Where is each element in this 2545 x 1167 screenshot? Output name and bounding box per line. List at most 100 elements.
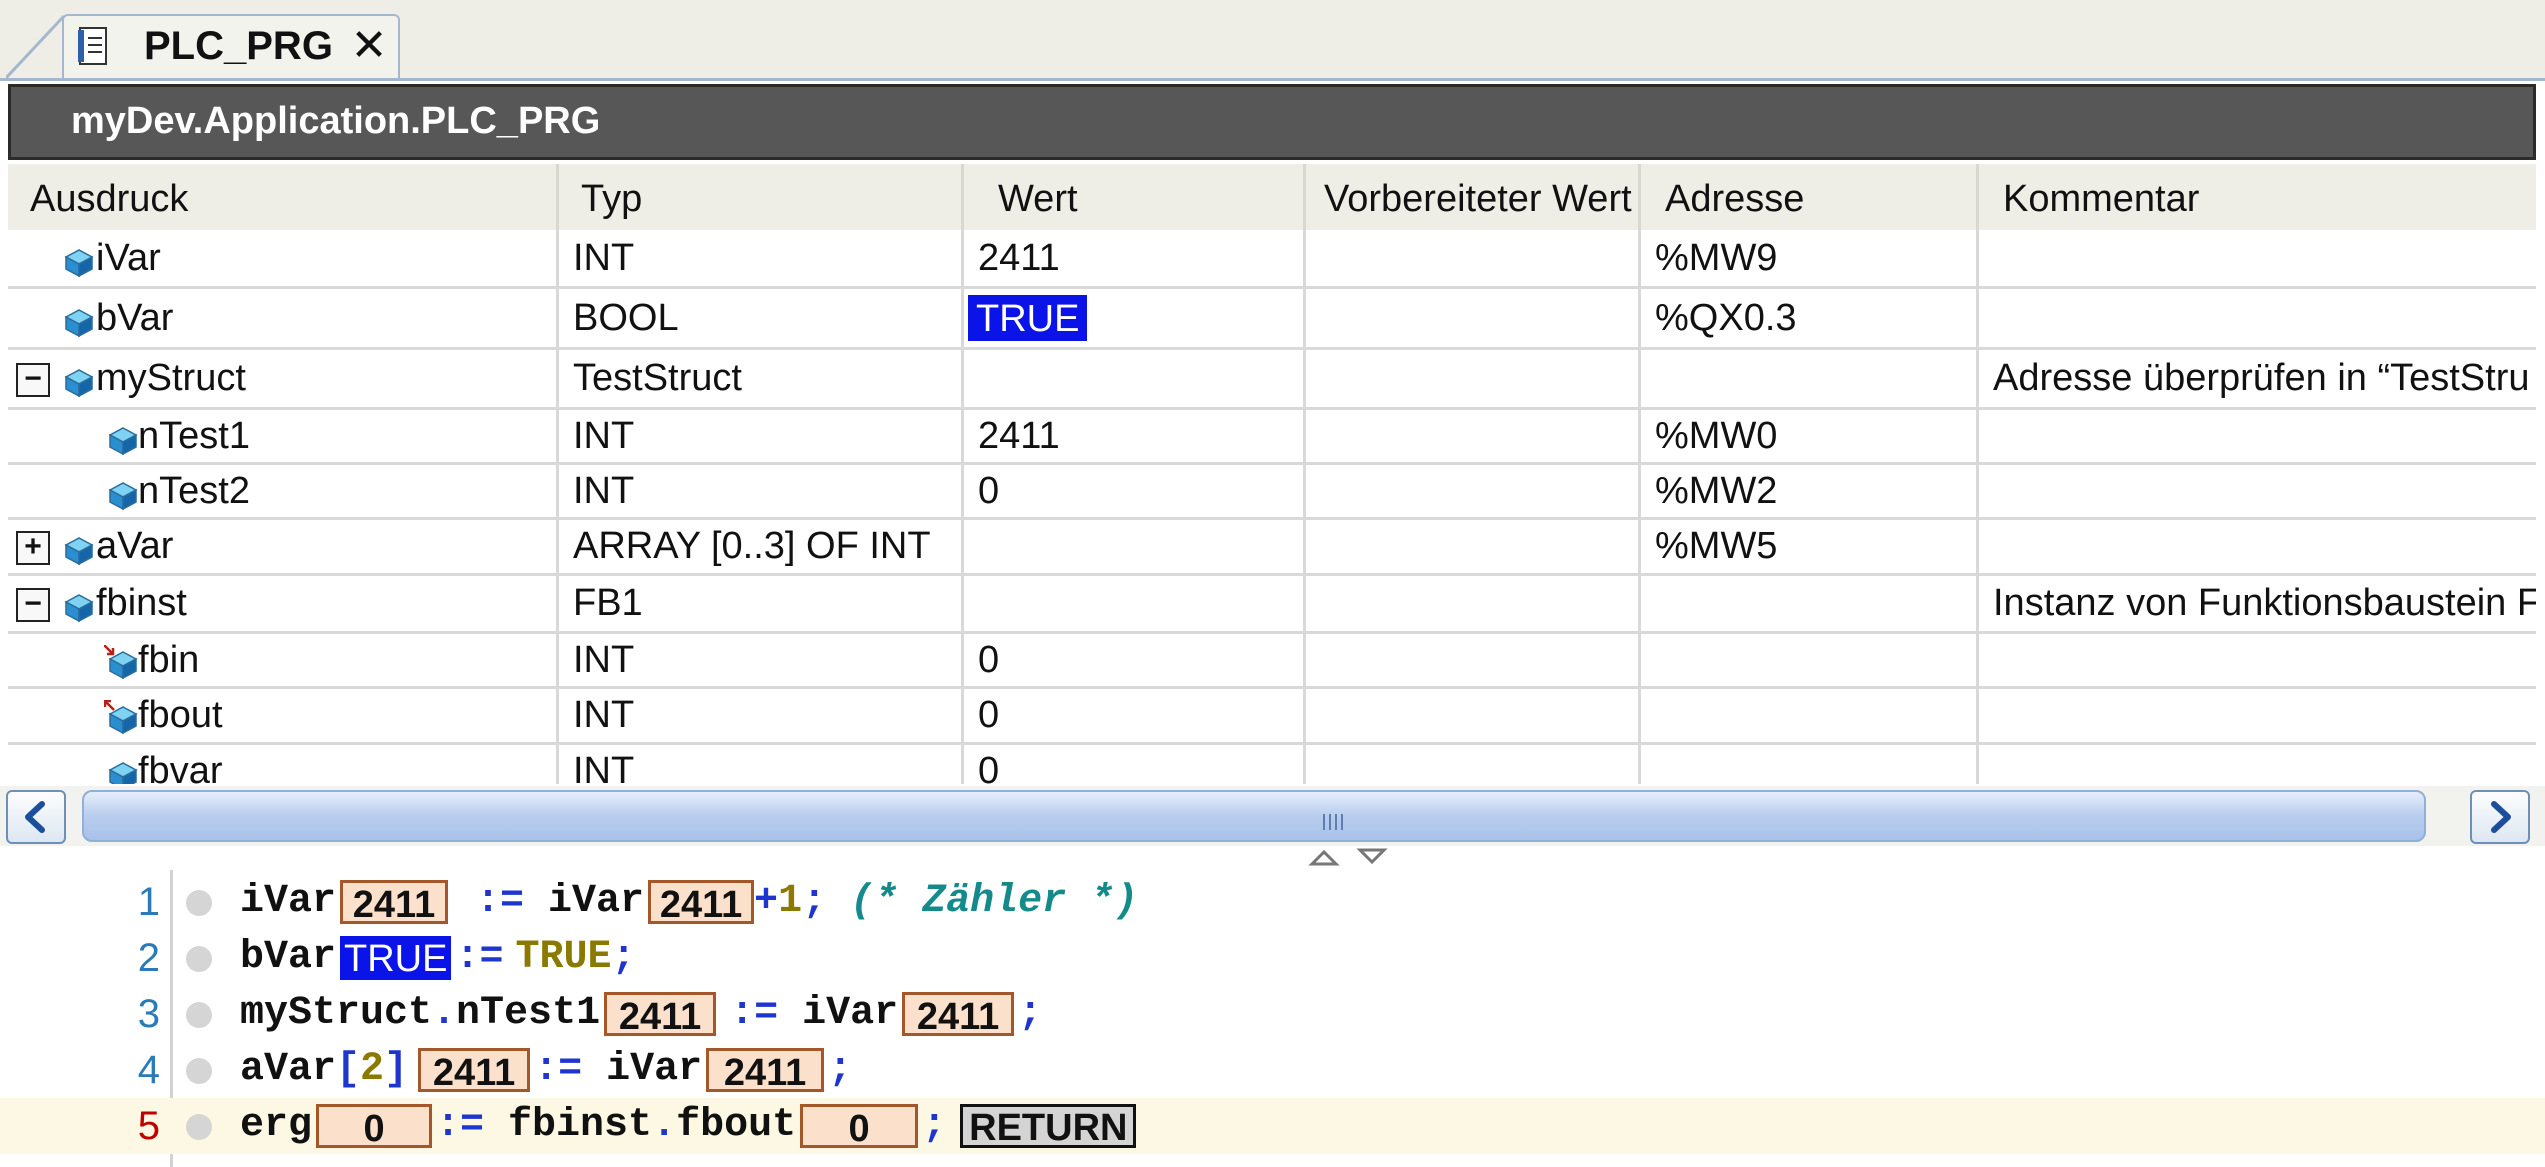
- line-number: 1: [137, 880, 160, 924]
- close-icon[interactable]: ✕: [349, 24, 389, 68]
- variable-icon: [64, 594, 94, 623]
- inline-monitor-value[interactable]: 2411: [418, 1048, 531, 1094]
- breakpoint-marker-icon[interactable]: [186, 1114, 212, 1140]
- cell-address: %QX0.3: [1638, 289, 1976, 347]
- input-variable-icon: [104, 644, 138, 679]
- member-dot: .: [652, 1103, 677, 1148]
- column-header-kommentar[interactable]: Kommentar: [1976, 164, 2536, 230]
- identifier: aVar: [240, 1047, 337, 1092]
- scroll-right-button[interactable]: [2470, 790, 2530, 844]
- inline-monitor-value[interactable]: 0: [316, 1104, 433, 1150]
- line-number: 2: [137, 936, 160, 980]
- scroll-left-button[interactable]: [6, 790, 66, 844]
- cell-prepared-value[interactable]: [1303, 745, 1638, 784]
- cell-value: TRUE: [961, 289, 1303, 347]
- column-header-adresse[interactable]: Adresse: [1638, 164, 1976, 230]
- collapse-icon[interactable]: −: [16, 588, 50, 622]
- cell-comment: [1976, 465, 2536, 517]
- type-text: TestStruct: [573, 357, 742, 399]
- inline-monitor-value[interactable]: 2411: [604, 992, 717, 1038]
- watch-table: Ausdruck Typ Wert Vorbereiteter Wert Adr…: [8, 164, 2536, 784]
- code-line-3[interactable]: 3 myStruct . nTest1 2411 := iVar 2411 ;: [0, 986, 2545, 1042]
- code-line-5[interactable]: 5 erg 0 := fbinst . fbout 0 ; RETURN: [0, 1098, 2545, 1154]
- cell-prepared-value[interactable]: [1303, 689, 1638, 742]
- value-text: 0: [978, 694, 1000, 736]
- line-number: 3: [137, 992, 160, 1036]
- cell-prepared-value[interactable]: [1303, 576, 1638, 631]
- cell-expression: fbvar: [8, 745, 556, 784]
- cell-value: [961, 350, 1303, 407]
- cell-expression: nTest1: [8, 410, 556, 462]
- code-line-4[interactable]: 4 aVar [ 2 ] 2411 := iVar 2411 ;: [0, 1042, 2545, 1098]
- table-row[interactable]: nTest1 INT 2411 %MW0: [8, 410, 2536, 465]
- cell-expression: − fbinst: [8, 576, 556, 631]
- table-row[interactable]: fbin INT 0: [8, 634, 2536, 689]
- code-line-1[interactable]: 1 iVar 2411 := iVar 2411 + 1 ; (* Zähler…: [0, 874, 2545, 930]
- table-row[interactable]: − fbinst FB1 Instanz von Funktionsbaustein …: [8, 576, 2536, 634]
- column-header-typ[interactable]: Typ: [556, 164, 961, 230]
- breakpoint-marker-icon[interactable]: [186, 946, 212, 972]
- cell-comment: [1976, 634, 2536, 686]
- cell-expression: − myStruct: [8, 350, 556, 407]
- column-header-vorbereiteter-wert[interactable]: Vorbereiteter Wert: [1303, 164, 1638, 230]
- collapse-icon[interactable]: −: [16, 363, 50, 397]
- cell-type: INT: [556, 230, 961, 286]
- table-row[interactable]: + aVar ARRAY [0..3] OF INT %MW5: [8, 520, 2536, 576]
- bracket-open: [: [336, 1047, 361, 1092]
- number-literal: 1: [778, 879, 803, 924]
- table-row[interactable]: bVar BOOL TRUE %QX0.3: [8, 289, 2536, 350]
- type-text: INT: [573, 414, 635, 457]
- inline-monitor-value[interactable]: 2411: [706, 1048, 825, 1094]
- identifier: myStruct: [240, 991, 433, 1036]
- variable-icon: [64, 248, 94, 277]
- cell-type: INT: [556, 634, 961, 686]
- table-row[interactable]: nTest2 INT 0 %MW2: [8, 465, 2536, 520]
- cell-prepared-value[interactable]: [1303, 634, 1638, 686]
- type-text: FB1: [573, 582, 643, 624]
- cell-prepared-value[interactable]: [1303, 410, 1638, 462]
- table-row[interactable]: fbvar INT 0: [8, 745, 2536, 784]
- inline-monitor-value[interactable]: 0: [800, 1104, 919, 1150]
- table-row[interactable]: fbout INT 0: [8, 689, 2536, 745]
- cell-prepared-value[interactable]: [1303, 289, 1638, 347]
- cell-expression: fbout: [8, 689, 556, 742]
- value-highlighted: TRUE: [968, 295, 1088, 341]
- expand-icon[interactable]: +: [16, 531, 50, 565]
- address-text: %MW0: [1655, 414, 1778, 457]
- code-editor[interactable]: 1 iVar 2411 := iVar 2411 + 1 ; (* Zähler…: [0, 870, 2545, 1167]
- cell-comment: [1976, 410, 2536, 462]
- variable-icon: [108, 481, 138, 510]
- semicolon: ;: [802, 879, 827, 924]
- table-row[interactable]: − myStruct TestStruct Adresse überprüfen in…: [8, 350, 2536, 410]
- chevron-left-icon: [25, 801, 45, 833]
- inline-monitor-value[interactable]: 2411: [340, 880, 449, 926]
- inline-monitor-value[interactable]: 2411: [648, 880, 755, 926]
- cell-prepared-value[interactable]: [1303, 520, 1638, 573]
- breakpoint-marker-icon[interactable]: [186, 1002, 212, 1028]
- cell-address: [1638, 689, 1976, 742]
- table-row[interactable]: iVar INT 2411 %MW9: [8, 230, 2536, 289]
- breakpoint-marker-icon[interactable]: [186, 1058, 212, 1084]
- cell-prepared-value[interactable]: [1303, 350, 1638, 407]
- output-variable-icon: [104, 700, 138, 735]
- code-line-2[interactable]: 2 bVar TRUE := TRUE ;: [0, 930, 2545, 986]
- horizontal-scrollbar[interactable]: [0, 786, 2545, 846]
- chevron-right-icon: [2491, 801, 2511, 833]
- scroll-thumb[interactable]: [82, 790, 2426, 842]
- line-number: 5: [137, 1104, 160, 1148]
- cell-prepared-value[interactable]: [1303, 230, 1638, 286]
- inline-monitor-value[interactable]: TRUE: [340, 936, 452, 980]
- splitter-arrows-icon[interactable]: [1308, 846, 1394, 868]
- column-header-wert[interactable]: Wert: [961, 164, 1303, 230]
- column-header-ausdruck[interactable]: Ausdruck: [8, 164, 556, 230]
- breakpoint-marker-icon[interactable]: [186, 890, 212, 916]
- identifier: erg: [240, 1103, 313, 1148]
- value-text: 0: [978, 750, 1000, 784]
- type-text: ARRAY [0..3] OF INT: [573, 525, 931, 567]
- identifier: iVar: [606, 1047, 703, 1092]
- cell-prepared-value[interactable]: [1303, 465, 1638, 517]
- inline-monitor-value[interactable]: 2411: [902, 992, 1015, 1038]
- tab-plc-prg[interactable]: PLC_PRG ✕: [62, 14, 400, 78]
- assign-operator: :=: [730, 991, 779, 1036]
- identifier: bVar: [240, 935, 337, 980]
